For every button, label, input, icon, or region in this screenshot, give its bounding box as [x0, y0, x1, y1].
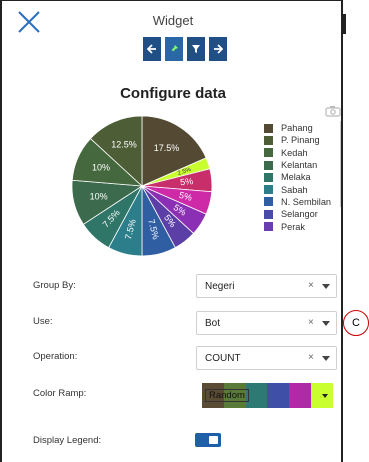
operation-clear-icon[interactable]: ×	[308, 352, 314, 363]
camera-icon[interactable]	[325, 105, 341, 117]
legend-item[interactable]: P. Pinang	[264, 134, 331, 146]
color-ramp-value: Random	[205, 389, 249, 402]
display-legend-toggle[interactable]	[195, 433, 221, 447]
configure-data-heading: Configure data	[120, 85, 226, 102]
arrow-left-icon	[147, 44, 156, 54]
legend-label: Selangor	[281, 209, 318, 220]
pie-slice-label: 12.5%	[111, 139, 137, 149]
ramp-swatch	[267, 383, 290, 408]
toggle-knob	[209, 436, 218, 444]
wizard-toolbar	[143, 37, 227, 61]
use-select[interactable]: Bot ×	[196, 311, 337, 335]
legend-item[interactable]: Melaka	[264, 171, 331, 183]
legend-swatch	[264, 123, 273, 133]
legend-label: Kedah	[281, 147, 308, 158]
group-by-select[interactable]: Negeri ×	[196, 274, 337, 298]
use-clear-icon[interactable]: ×	[308, 317, 314, 328]
annotation-callout: C	[343, 310, 369, 336]
operation-select[interactable]: COUNT ×	[196, 346, 337, 370]
ramp-swatch	[245, 383, 268, 408]
legend-swatch	[264, 148, 273, 158]
pin-button[interactable]	[165, 37, 183, 61]
legend-item[interactable]: Selangor	[264, 208, 331, 220]
display-legend-label: Display Legend:	[33, 435, 102, 446]
group-by-label: Group By:	[33, 280, 76, 291]
legend-label: Melaka	[281, 172, 311, 183]
group-by-value: Negeri	[205, 281, 235, 292]
legend-label: Pahang	[281, 123, 313, 134]
legend-swatch	[264, 135, 273, 145]
legend-label: Perak	[281, 221, 306, 232]
legend-item[interactable]: N. Sembilan	[264, 196, 331, 208]
legend-label: Sabah	[281, 184, 308, 195]
chart-legend: Pahang P. Pinang Kedah Kelantan Melaka Sabah N…	[264, 122, 331, 233]
legend-item[interactable]: Kedah	[264, 147, 331, 159]
legend-item[interactable]: Pahang	[264, 122, 331, 134]
pin-icon	[170, 45, 178, 53]
pie-slice-label: 17.5%	[154, 143, 180, 153]
use-label: Use:	[33, 316, 53, 327]
pie-chart: 17.5%2.5%5%5%5%5%7.5%7.5%7.5%10%10%12.5%	[71, 115, 213, 257]
legend-swatch	[264, 172, 273, 182]
operation-label: Operation:	[33, 351, 78, 362]
legend-swatch	[264, 209, 273, 219]
next-button[interactable]	[209, 37, 227, 61]
pie-slice-label: 10%	[92, 162, 110, 172]
legend-label: N. Sembilan	[281, 196, 332, 207]
legend-item[interactable]: Sabah	[264, 183, 331, 195]
operation-value: COUNT	[205, 353, 241, 364]
widget-panel: Widget Configure data 17.5% 2.5% 5% 5% 5…	[0, 0, 342, 462]
legend-item[interactable]: Perak	[264, 220, 331, 232]
use-value: Bot	[205, 318, 221, 329]
pie-slice-label: 10%	[90, 191, 108, 201]
arrow-right-icon	[214, 44, 223, 54]
chevron-down-icon	[322, 284, 330, 289]
legend-swatch	[264, 185, 273, 195]
legend-label: Kelantan	[281, 160, 318, 171]
ramp-swatch	[289, 383, 312, 408]
filter-icon	[192, 45, 200, 53]
panel-title: Widget	[152, 13, 194, 28]
panel-edge	[341, 0, 343, 462]
pie-slice-label: 5%	[180, 176, 194, 187]
chevron-down-icon	[322, 394, 328, 398]
legend-item[interactable]: Kelantan	[264, 159, 331, 171]
legend-swatch	[264, 160, 273, 170]
color-ramp-label: Color Ramp:	[33, 388, 87, 399]
panel-edge-tick	[343, 14, 346, 34]
legend-swatch	[264, 197, 273, 207]
back-button[interactable]	[143, 37, 161, 61]
legend-swatch	[264, 222, 273, 232]
filter-button[interactable]	[187, 37, 205, 61]
group-by-clear-icon[interactable]: ×	[308, 280, 314, 291]
legend-label: P. Pinang	[281, 135, 320, 146]
chevron-down-icon	[322, 321, 330, 326]
chevron-down-icon	[322, 356, 330, 361]
